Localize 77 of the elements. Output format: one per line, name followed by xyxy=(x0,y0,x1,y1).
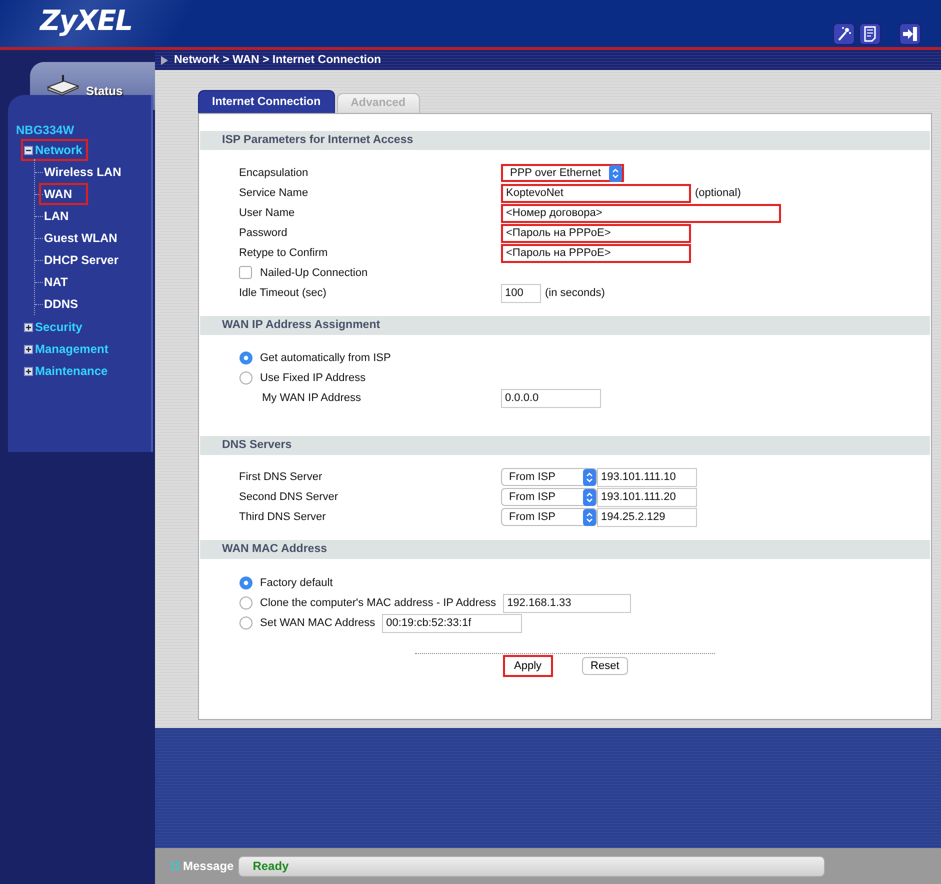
field-label: Service Name xyxy=(239,187,310,199)
input-field[interactable]: <Номер договора> xyxy=(501,204,781,222)
field-label: Factory default xyxy=(260,577,333,589)
section-header: DNS Servers xyxy=(200,436,930,455)
radio-button[interactable] xyxy=(239,576,253,590)
dropdown[interactable]: PPP over Ethernet xyxy=(501,164,624,182)
checkbox[interactable] xyxy=(239,266,253,280)
status-message: Ready xyxy=(238,856,825,876)
caret-icon xyxy=(583,508,596,526)
caret-icon xyxy=(583,468,596,486)
dropdown[interactable]: From ISP xyxy=(501,488,597,506)
input-field[interactable]: 00:19:cb:52:33:1f xyxy=(382,614,522,632)
field-label: Third DNS Server xyxy=(239,511,327,523)
status-tab[interactable]: Status xyxy=(86,84,123,98)
caret-icon xyxy=(609,164,622,182)
field-label: Clone the computer's MAC address - IP Address xyxy=(260,597,496,609)
field-label: User Name xyxy=(239,207,296,219)
sidebar-item[interactable]: DDNS xyxy=(39,293,94,315)
input-field[interactable]: 193.101.111.20 xyxy=(597,488,697,506)
dropdown[interactable]: From ISP xyxy=(501,468,597,486)
expand-icon[interactable] xyxy=(24,344,33,354)
field-label: Use Fixed IP Address xyxy=(260,372,366,384)
field-label: Password xyxy=(239,227,288,239)
radio-button[interactable] xyxy=(239,351,253,365)
device-name: NBG334W xyxy=(16,123,74,137)
input-field[interactable]: 194.25.2.129 xyxy=(597,508,697,526)
document-icon[interactable] xyxy=(859,22,881,44)
hint-text: (optional) xyxy=(695,187,741,199)
input-field[interactable]: 0.0.0.0 xyxy=(501,388,601,408)
radio-button[interactable] xyxy=(239,596,253,610)
wand-icon[interactable] xyxy=(833,22,855,44)
radio-button[interactable] xyxy=(239,371,253,385)
sidebar-item[interactable]: Wireless LAN xyxy=(39,161,138,183)
sidebar-item[interactable]: LAN xyxy=(39,205,85,227)
sidebar-item[interactable]: Network xyxy=(21,139,88,161)
sidebar-item[interactable]: DHCP Server xyxy=(39,249,134,271)
breadcrumb: Network > WAN > Internet Connection xyxy=(174,54,382,66)
input-field[interactable]: KoptevoNet xyxy=(501,184,691,202)
expand-icon[interactable] xyxy=(24,366,33,376)
input-field[interactable]: <Пароль на PPPoE> xyxy=(501,244,691,262)
logo: ZyXEL xyxy=(40,4,132,37)
section-header: WAN MAC Address xyxy=(200,540,930,559)
radio-button[interactable] xyxy=(239,616,253,630)
expand-icon[interactable] xyxy=(24,322,33,332)
field-label: Idle Timeout (sec) xyxy=(239,287,328,299)
input-field[interactable]: <Пароль на PPPoE> xyxy=(501,224,691,242)
field-label: My WAN IP Address xyxy=(261,392,362,404)
field-label: First DNS Server xyxy=(239,471,324,483)
field-label: Second DNS Server xyxy=(239,491,340,503)
sidebar-item[interactable]: Management xyxy=(21,338,114,360)
dots-icon xyxy=(171,862,179,870)
exit-icon[interactable] xyxy=(899,22,921,44)
field-label: Encapsulation xyxy=(239,167,310,179)
field-label: Retype to Confirm xyxy=(239,247,329,259)
action-button[interactable]: Apply xyxy=(503,655,553,677)
tab[interactable]: Internet Connection xyxy=(198,90,335,113)
caret-icon xyxy=(583,488,596,506)
sidebar-item[interactable]: NAT xyxy=(39,271,84,293)
collapse-icon[interactable] xyxy=(24,146,33,154)
dropdown[interactable]: From ISP xyxy=(501,508,597,526)
sidebar-item[interactable]: WAN xyxy=(39,183,88,205)
router-icon[interactable] xyxy=(46,74,80,96)
sidebar-item[interactable]: Guest WLAN xyxy=(39,227,134,249)
action-button[interactable]: Reset xyxy=(582,657,628,675)
message-label: Message xyxy=(183,859,234,873)
arrow-icon xyxy=(161,56,168,64)
sidebar-item[interactable]: Maintenance xyxy=(21,360,114,382)
input-field[interactable]: 100 xyxy=(501,284,541,302)
input-field[interactable]: 193.101.111.10 xyxy=(597,468,697,486)
hint-text: (in seconds) xyxy=(545,287,605,299)
field-label: Nailed-Up Connection xyxy=(260,267,368,279)
section-header: WAN IP Address Assignment xyxy=(200,316,930,335)
sidebar-item[interactable]: Security xyxy=(21,316,88,338)
section-header: ISP Parameters for Internet Access xyxy=(200,131,930,150)
input-field[interactable]: 192.168.1.33 xyxy=(503,594,632,612)
field-label: Get automatically from ISP xyxy=(260,352,391,364)
field-label: Set WAN MAC Address xyxy=(260,617,376,629)
